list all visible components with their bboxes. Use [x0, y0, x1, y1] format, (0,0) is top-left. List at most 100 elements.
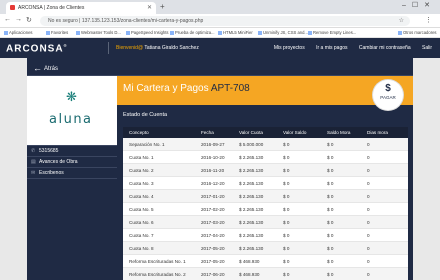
bookmark-item[interactable]: HTML5 MiniFier [218, 30, 253, 35]
bookmark-item[interactable]: Prueba de optimiza... [170, 30, 215, 35]
bookmark-icon [218, 30, 222, 35]
table-cell: $ 0 [283, 194, 290, 199]
page-background: ← Atrás ❋ aluna Mi Cartera y Pagos APT-70… [0, 58, 440, 280]
table-row: Cuota No. 1 2016-10-20 $ 2.265.130 $ 0 $ 0 0 [123, 151, 408, 164]
table-cell: Cuota No. 8 [129, 246, 154, 251]
browser-tab-bar: ARCONSA | Zona de Clientes ✕ + –☐✕ [0, 0, 440, 14]
back-link[interactable]: ← Atrás [33, 63, 58, 73]
table-cell: Reforma Escrituradas No. 2 [129, 272, 186, 277]
bookmark-item[interactable]: PageSpeed Insights [126, 30, 168, 35]
table-cell: $ 5.000.000 [239, 142, 264, 147]
sidebar-item-avances[interactable]: ▤ Avances de Obra [31, 159, 78, 165]
table-cell: $ 0 [327, 194, 334, 199]
table-cell: $ 0 [283, 168, 290, 173]
other-bookmarks[interactable]: Otros marcadores [398, 30, 437, 35]
table-cell: $ 0 [283, 259, 290, 264]
table-cell: $ 0 [283, 207, 290, 212]
table-cell: $ 468.930 [239, 272, 260, 277]
bookmark-item[interactable]: Remove Empty Lines... [308, 30, 356, 35]
bookmark-icon [258, 30, 262, 35]
document-icon: ▤ [31, 159, 36, 165]
nav-salir[interactable]: Salir [422, 45, 432, 51]
sidebar-item-phone[interactable]: ✆ 5315685 [31, 148, 58, 154]
table-cell: $ 0 [327, 155, 334, 160]
table-cell: $ 0 [327, 233, 334, 238]
table-cell: 2016-10-20 [201, 155, 225, 160]
address-text: No es seguro | 137.135.123.153/zona-clie… [48, 18, 204, 24]
table-cell: $ 0 [283, 220, 290, 225]
table-row: Reforma Escrituradas No. 1 2017-05-20 $ 46… [123, 255, 408, 268]
folder-icon [46, 30, 50, 35]
table-cell: $ 0 [327, 168, 334, 173]
table-row: Cuota No. 4 2017-01-20 $ 2.265.130 $ 0 $ 0 0 [123, 190, 408, 203]
site-header: ARCONSA® Bienvenid@ Tatiana Giraldo Sanc… [0, 38, 440, 58]
table-cell: 2017-01-20 [201, 194, 225, 199]
nav-cambiar-contrasena[interactable]: Cambiar mi contraseña [359, 45, 411, 51]
table-cell: $ 2.265.130 [239, 155, 264, 160]
folder-icon [398, 30, 402, 35]
table-row: Cuota No. 8 2017-05-20 $ 2.265.130 $ 0 $ 0 0 [123, 242, 408, 255]
bookmark-icon [126, 30, 130, 35]
address-bar[interactable]: No es seguro | 137.135.123.153/zona-clie… [40, 16, 410, 26]
table-cell: Cuota No. 6 [129, 220, 154, 225]
table-row: Reforma Escrituradas No. 2 2017-06-20 $ 46… [123, 268, 408, 280]
table-cell: $ 2.265.130 [239, 168, 264, 173]
bookmark-item[interactable]: Favorites [46, 30, 68, 35]
forward-arrow-icon[interactable]: → [15, 16, 22, 23]
dollar-icon: $ [385, 83, 391, 94]
table-cell: 0 [367, 194, 370, 199]
phone-icon: ✆ [31, 148, 36, 154]
divider [27, 178, 117, 179]
bookmark-star-icon[interactable]: ☆ [399, 17, 404, 24]
back-arrow-icon: ← [33, 63, 42, 73]
nav-mis-proyectos[interactable]: Mis proyectos [274, 45, 305, 51]
sidebar-item-escribenos[interactable]: ✉ Escribenos [31, 170, 64, 176]
welcome-text: Bienvenid@ Tatiana Giraldo Sanchez [116, 45, 199, 51]
column-header: Saldo Mora [327, 130, 351, 135]
reload-icon[interactable]: ↻ [26, 16, 32, 24]
browser-menu-icon[interactable]: ⋮ [425, 16, 432, 24]
table-cell: 2017-06-20 [201, 272, 225, 277]
table-cell: 0 [367, 142, 370, 147]
table-cell: $ 2.265.130 [239, 181, 264, 186]
user-name: Tatiana Giraldo Sanchez [144, 45, 199, 51]
bookmark-item[interactable]: Aplicaciones [4, 30, 33, 35]
table-cell: $ 0 [283, 272, 290, 277]
back-arrow-icon[interactable]: ← [4, 16, 11, 23]
arconsa-logo[interactable]: ARCONSA® [6, 43, 68, 54]
browser-tab[interactable]: ARCONSA | Zona de Clientes ✕ [6, 2, 156, 14]
apps-icon [4, 30, 8, 35]
close-tab-icon[interactable]: ✕ [147, 4, 152, 11]
address-toolbar: ← → ↻ No es seguro | 137.135.123.153/zon… [0, 14, 440, 28]
pay-button-label: PAGAR [380, 95, 396, 100]
window-controls[interactable]: –☐✕ [402, 1, 436, 9]
table-cell: $ 468.930 [239, 259, 260, 264]
divider [27, 145, 117, 146]
section-title: Estado de Cuenta [123, 112, 168, 118]
table-cell: $ 0 [327, 220, 334, 225]
divider [27, 156, 117, 157]
table-cell: 2016-09-27 [201, 142, 225, 147]
project-logo: aluna [49, 112, 93, 127]
table-cell: $ 0 [327, 259, 334, 264]
pay-button[interactable]: $ PAGAR [373, 80, 403, 110]
header-divider [108, 42, 109, 54]
nav-ir-a-mis-pagos[interactable]: Ir a mis pagos [316, 45, 347, 51]
table-cell: Cuota No. 7 [129, 233, 154, 238]
table-row: Separación No. 1 2016-09-27 $ 5.000.000 $ 0… [123, 138, 408, 151]
table-cell: $ 0 [283, 246, 290, 251]
tab-title: ARCONSA | Zona de Clientes [18, 5, 85, 11]
table-cell: 0 [367, 220, 370, 225]
bookmark-icon [76, 30, 80, 35]
bookmark-item[interactable]: Unminify JS, CSS and... [258, 30, 308, 35]
favicon-icon [10, 5, 15, 10]
table-cell: $ 2.265.130 [239, 194, 264, 199]
column-header: Fecha [201, 130, 214, 135]
apartment-code: APT-708 [210, 83, 250, 94]
table-row: Cuota No. 3 2016-12-20 $ 2.265.130 $ 0 $ 0 0 [123, 177, 408, 190]
top-navigation: Mis proyectos Ir a mis pagos Cambiar mi … [264, 45, 432, 51]
table-cell: $ 0 [327, 246, 334, 251]
new-tab-icon[interactable]: + [160, 2, 165, 11]
table-cell: $ 0 [327, 207, 334, 212]
bookmark-item[interactable]: Webmaster Tools D... [76, 30, 121, 35]
